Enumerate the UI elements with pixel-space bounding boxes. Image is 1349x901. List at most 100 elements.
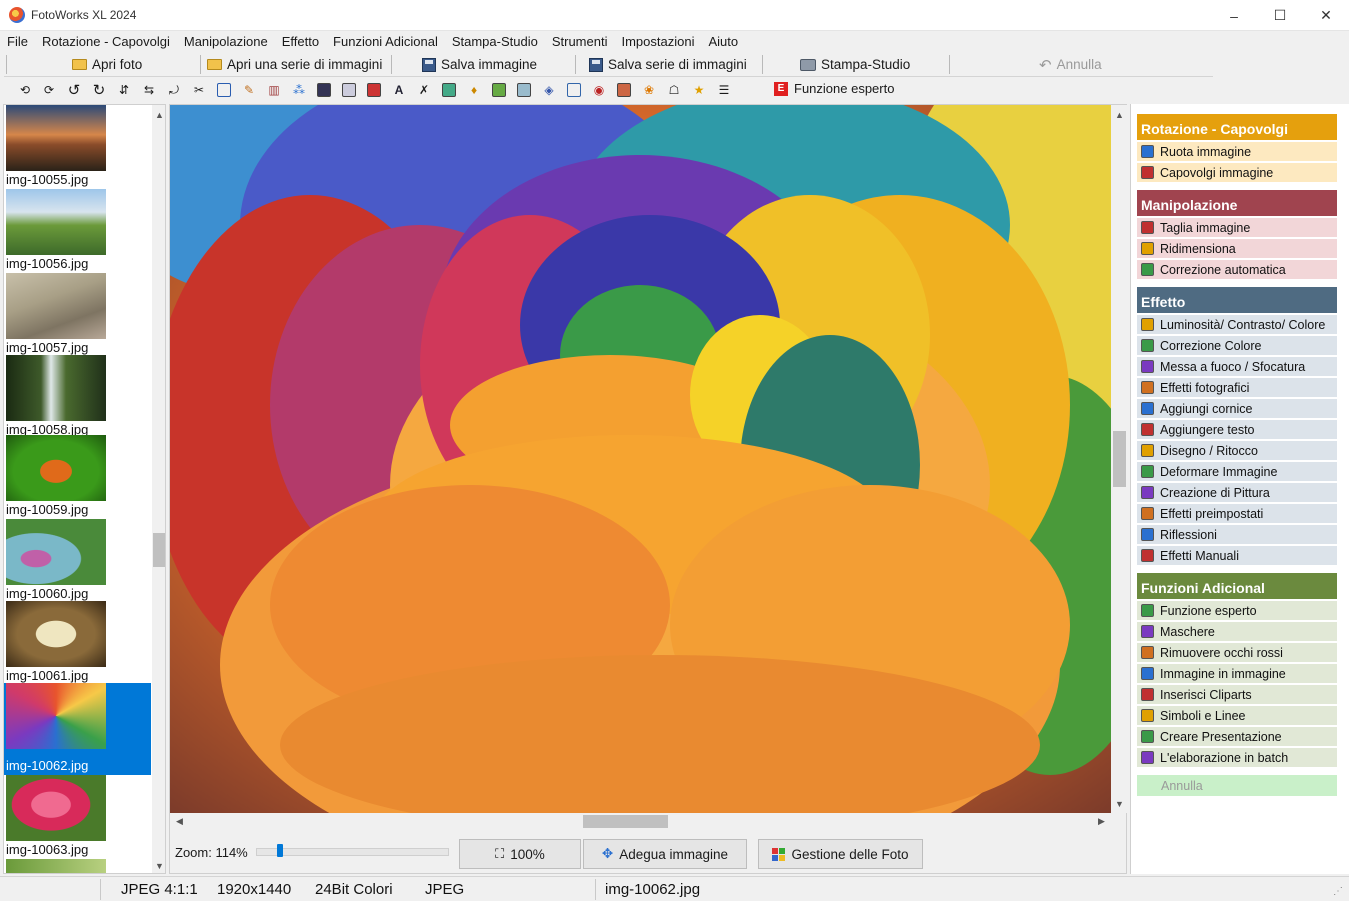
scroll-left-icon[interactable]: ◀ (172, 814, 187, 829)
panel-item[interactable]: Aggiungere testo (1137, 420, 1337, 440)
section-header[interactable]: Rotazione - Capovolgi (1137, 114, 1337, 140)
menu-stampa[interactable]: Stampa-Studio (445, 31, 545, 52)
color-correction-icon[interactable]: ⁂ (290, 81, 308, 99)
panel-item[interactable]: Ridimensiona (1137, 239, 1337, 259)
thumbnail-item[interactable]: img-10059.jpg (4, 435, 151, 519)
brightness-icon[interactable]: ▥ (265, 81, 283, 99)
symbols-icon[interactable]: ☖ (665, 81, 683, 99)
zoom-100-button[interactable]: ⛶ 100% (459, 839, 581, 869)
scroll-down-icon[interactable]: ▼ (1112, 796, 1127, 811)
frame-icon[interactable] (365, 81, 383, 99)
panel-item[interactable]: Funzione esperto (1137, 601, 1337, 621)
section-header[interactable]: Effetto (1137, 287, 1337, 313)
rotate-right-icon[interactable]: ⟳ (40, 81, 58, 99)
scrollbar-thumb[interactable] (583, 815, 668, 828)
zoom-slider[interactable] (256, 844, 449, 860)
red-eye-icon[interactable]: ◉ (590, 81, 608, 99)
scrollbar-thumb[interactable] (153, 533, 165, 567)
open-series-button[interactable]: Apri una serie di immagini (207, 54, 382, 75)
menu-rotazione[interactable]: Rotazione - Capovolgi (35, 31, 177, 52)
panel-item[interactable]: Aggiungi cornice (1137, 399, 1337, 419)
save-image-button[interactable]: Salva immagine (422, 54, 537, 75)
thumbnail-item[interactable]: img-10057.jpg (4, 273, 151, 357)
close-button[interactable]: ✕ (1303, 0, 1349, 31)
clipart-icon[interactable]: ❀ (640, 81, 658, 99)
undo-button[interactable]: ↶ Annulla (1039, 54, 1102, 75)
deform-icon[interactable] (440, 81, 458, 99)
picture-in-picture-icon[interactable] (615, 81, 633, 99)
rotate-left-icon[interactable]: ⟲ (16, 81, 34, 99)
menu-effetto[interactable]: Effetto (275, 31, 326, 52)
manual-effects-icon[interactable]: ◈ (540, 81, 558, 99)
thumbnail-item[interactable]: img-10061.jpg (4, 601, 151, 685)
scroll-up-icon[interactable]: ▲ (1112, 107, 1127, 122)
save-series-button[interactable]: Salva serie di immagini (589, 54, 747, 75)
print-studio-button[interactable]: Stampa-Studio (800, 54, 910, 75)
thumbnail-item[interactable]: img-10063.jpg (4, 775, 151, 859)
thumbnail-item-selected[interactable]: img-10062.jpg (4, 683, 151, 775)
scrollbar-thumb[interactable] (1113, 431, 1126, 487)
menu-aiuto[interactable]: Aiuto (701, 31, 745, 52)
mask-icon[interactable] (565, 81, 583, 99)
thumbnail-item[interactable]: img-10060.jpg (4, 519, 151, 603)
resize-grip-icon[interactable]: ⋰ (1333, 886, 1343, 897)
reflection-icon[interactable] (515, 81, 533, 99)
panel-item[interactable]: Riflessioni (1137, 525, 1337, 545)
panel-item[interactable]: Taglia immagine (1137, 218, 1337, 238)
text-icon[interactable]: A (390, 81, 408, 99)
draw-icon[interactable]: ✗ (415, 81, 433, 99)
panel-item[interactable]: Correzione Colore (1137, 336, 1337, 356)
rotate-cw-icon[interactable]: ↻ (90, 81, 108, 99)
menu-strumenti[interactable]: Strumenti (545, 31, 615, 52)
panel-item[interactable]: Effetti fotografici (1137, 378, 1337, 398)
panel-item[interactable]: Rimuovere occhi rossi (1137, 643, 1337, 663)
auto-correct-icon[interactable]: ✎ (240, 81, 258, 99)
section-header[interactable]: Manipolazione (1137, 190, 1337, 216)
maximize-button[interactable]: ☐ (1257, 0, 1303, 31)
expert-function-button[interactable]: E Funzione esperto (774, 81, 894, 96)
scroll-down-icon[interactable]: ▼ (152, 858, 165, 873)
panel-item[interactable]: Correzione automatica (1137, 260, 1337, 280)
resize-icon[interactable] (215, 81, 233, 99)
painting-icon[interactable]: ♦ (465, 81, 483, 99)
scroll-up-icon[interactable]: ▲ (152, 107, 165, 122)
panel-item[interactable]: Maschere (1137, 622, 1337, 642)
panel-undo-button[interactable]: Annulla (1137, 775, 1337, 796)
preset-effects-icon[interactable] (490, 81, 508, 99)
menu-manipolazione[interactable]: Manipolazione (177, 31, 275, 52)
panel-item[interactable]: Inserisci Cliparts (1137, 685, 1337, 705)
panel-item[interactable]: Creazione di Pittura (1137, 483, 1337, 503)
viewer-vertical-scrollbar[interactable]: ▲ ▼ (1112, 105, 1127, 813)
panel-item[interactable]: Luminosità/ Contrasto/ Colore (1137, 315, 1337, 335)
sharpen-icon[interactable] (315, 81, 333, 99)
rotate-ccw-icon[interactable]: ↺ (65, 81, 83, 99)
panel-item[interactable]: Creare Presentazione (1137, 727, 1337, 747)
menu-funzioni[interactable]: Funzioni Adicional (326, 31, 445, 52)
panel-item[interactable]: Messa a fuoco / Sfocatura (1137, 357, 1337, 377)
thumbnail-scrollbar[interactable]: ▲ ▼ (152, 105, 165, 873)
batch-icon[interactable]: ☰ (715, 81, 733, 99)
panel-item[interactable]: Effetti preimpostati (1137, 504, 1337, 524)
panel-item[interactable]: Deformare Immagine (1137, 462, 1337, 482)
menu-file[interactable]: File (0, 31, 35, 52)
rotate-free-icon[interactable]: ⤾ (165, 81, 183, 99)
panel-item[interactable]: Effetti Manuali (1137, 546, 1337, 566)
panel-item[interactable]: L'elaborazione in batch (1137, 748, 1337, 768)
thumbnail-item[interactable]: img-10058.jpg (4, 355, 151, 439)
panel-item[interactable]: Disegno / Ritocco (1137, 441, 1337, 461)
photo-effects-icon[interactable] (340, 81, 358, 99)
panel-item[interactable]: Immagine in immagine (1137, 664, 1337, 684)
thumbnail-item[interactable] (4, 859, 151, 873)
flip-horizontal-icon[interactable]: ⇆ (140, 81, 158, 99)
photo-manager-button[interactable]: Gestione delle Foto (758, 839, 923, 869)
scroll-right-icon[interactable]: ▶ (1094, 814, 1109, 829)
star-icon[interactable]: ★ (690, 81, 708, 99)
panel-item[interactable]: Capovolgi immagine (1137, 163, 1337, 183)
panel-item[interactable]: Ruota immagine (1137, 142, 1337, 162)
menu-impostazioni[interactable]: Impostazioni (614, 31, 701, 52)
open-photo-button[interactable]: Apri foto (72, 54, 142, 75)
zoom-slider-thumb[interactable] (277, 844, 283, 857)
thumbnail-item[interactable]: img-10055.jpg (4, 105, 151, 189)
section-header[interactable]: Funzioni Adicional (1137, 573, 1337, 599)
scissors-icon[interactable]: ✂ (190, 81, 208, 99)
